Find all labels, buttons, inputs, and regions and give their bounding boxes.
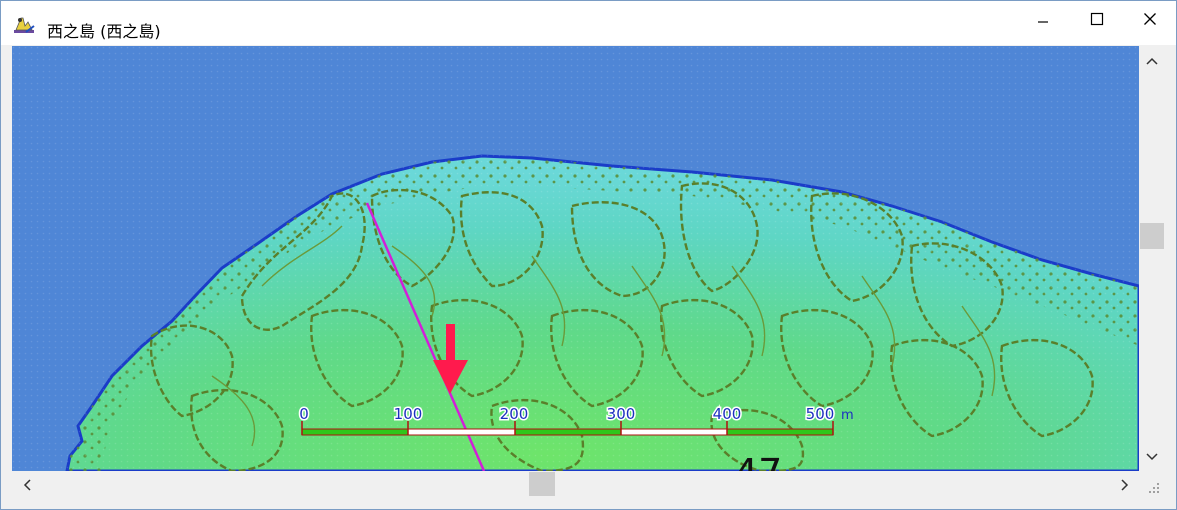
scale-segment-4 xyxy=(620,428,728,436)
scale-label-200: 200 xyxy=(500,405,529,423)
close-icon xyxy=(1144,13,1156,25)
minimize-icon xyxy=(1038,21,1048,23)
contour-elevation-label: 47 xyxy=(734,451,782,471)
scroll-right-button[interactable] xyxy=(1114,473,1136,497)
scale-label-300: 300 xyxy=(607,405,636,423)
horizontal-scrollbar[interactable] xyxy=(12,471,1139,499)
map-viewport[interactable]: 0 100 200 300 400 500 m 47 xyxy=(12,46,1139,471)
resize-grip-icon xyxy=(1149,483,1159,493)
scale-unit-label: m xyxy=(841,408,854,423)
map-app-icon xyxy=(12,14,36,38)
minimize-button[interactable] xyxy=(1016,1,1070,37)
island xyxy=(12,46,1139,471)
vertical-scrollbar[interactable] xyxy=(1139,46,1165,471)
horizontal-scroll-thumb[interactable] xyxy=(529,472,555,496)
maximize-button[interactable] xyxy=(1070,1,1124,37)
chevron-left-icon xyxy=(23,479,31,491)
scale-segment-3 xyxy=(514,428,622,436)
window-title: 西之島 (西之島) xyxy=(47,22,161,41)
map-canvas[interactable]: 0 100 200 300 400 500 m 47 xyxy=(12,46,1139,471)
scroll-left-button[interactable] xyxy=(16,473,38,497)
maximize-icon xyxy=(1090,12,1104,26)
scroll-down-button[interactable] xyxy=(1139,446,1165,468)
chevron-down-icon xyxy=(1146,453,1158,461)
scale-label-100: 100 xyxy=(394,405,423,423)
title-bar[interactable]: 西之島 (西之島) xyxy=(1,1,1176,45)
chevron-right-icon xyxy=(1121,479,1129,491)
scale-segment-1 xyxy=(301,428,409,436)
scale-segment-2 xyxy=(407,428,516,436)
scale-label-0: 0 xyxy=(299,405,309,423)
scale-segment-5 xyxy=(726,428,834,436)
scale-label-500: 500 xyxy=(806,405,835,423)
chevron-up-icon xyxy=(1146,57,1158,65)
map-window: 西之島 (西之島) 0 100 200 300 400 500 m xyxy=(0,0,1177,510)
close-button[interactable] xyxy=(1123,1,1177,37)
vertical-scroll-thumb[interactable] xyxy=(1140,223,1164,249)
scroll-up-button[interactable] xyxy=(1139,50,1165,72)
scale-label-400: 400 xyxy=(713,405,742,423)
resize-grip[interactable] xyxy=(1139,471,1165,499)
